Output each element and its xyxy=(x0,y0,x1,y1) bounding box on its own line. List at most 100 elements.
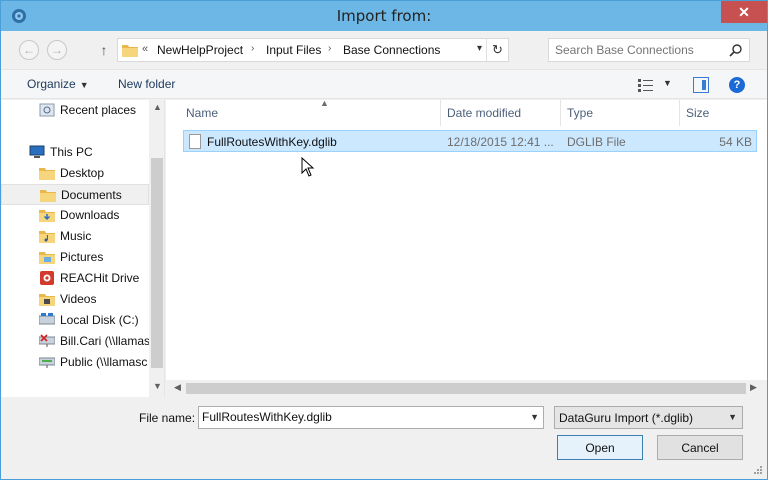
sidebar-item-label: Videos xyxy=(60,292,97,306)
search-icon[interactable] xyxy=(729,43,743,57)
search-box[interactable] xyxy=(548,38,750,62)
sidebar-item-recent-places[interactable]: Recent places xyxy=(1,100,149,121)
scroll-right-icon[interactable]: ▶ xyxy=(750,382,757,393)
preview-pane-icon[interactable] xyxy=(693,77,709,93)
file-type: DGLIB File xyxy=(567,135,626,149)
column-header-date-modified[interactable]: Date modified xyxy=(441,100,561,126)
breadcrumb-base-connections[interactable]: Base Connections xyxy=(343,43,440,57)
column-header-type[interactable]: Type xyxy=(561,100,680,126)
sidebar-item-label: Downloads xyxy=(60,208,120,222)
chevron-down-icon: ▼ xyxy=(728,412,737,422)
sidebar-item-this-pc[interactable]: This PC xyxy=(1,142,149,163)
file-type-value: DataGuru Import (*.dglib) xyxy=(559,411,694,425)
open-button[interactable]: Open xyxy=(557,435,643,460)
recent-places-icon xyxy=(39,103,55,117)
back-button[interactable]: ← xyxy=(19,40,39,60)
file-name-input[interactable] xyxy=(202,410,512,424)
arrow-right-icon: → xyxy=(51,43,63,57)
folder-icon xyxy=(40,190,56,202)
title-bar[interactable]: Import from: ✕ xyxy=(1,1,767,31)
horizontal-scrollbar[interactable]: ◀ ▶ xyxy=(166,380,767,397)
file-icon xyxy=(189,134,201,149)
drive-icon xyxy=(39,313,55,325)
caret-down-icon: ▼ xyxy=(79,80,89,90)
navigation-pane: Recent places This PC Desktop Documents … xyxy=(1,100,165,397)
file-row[interactable]: FullRoutesWithKey.dglib 12/18/2015 12:41… xyxy=(183,130,757,152)
videos-folder-icon xyxy=(39,294,55,306)
caret-down-icon[interactable]: ▼ xyxy=(663,78,672,88)
sort-ascending-icon: ▲ xyxy=(320,98,329,108)
sidebar-item-label: Documents xyxy=(61,188,122,202)
organize-button[interactable]: Organize ▼ xyxy=(27,77,89,91)
breadcrumb-newhelpproject[interactable]: NewHelpProject xyxy=(157,43,243,57)
network-drive-icon xyxy=(39,357,55,368)
address-overflow[interactable]: « xyxy=(142,43,148,55)
column-header-name[interactable]: ▲ Name xyxy=(180,98,441,126)
arrow-left-icon: ← xyxy=(23,43,35,57)
sidebar-item-local-disk[interactable]: Local Disk (C:) xyxy=(1,310,149,331)
sidebar-item-label: Recent places xyxy=(60,103,137,117)
reachit-drive-icon xyxy=(40,271,54,285)
folder-icon xyxy=(122,45,138,57)
organize-label: Organize xyxy=(27,77,76,91)
file-type-select[interactable]: DataGuru Import (*.dglib) ▼ xyxy=(554,406,743,429)
search-input[interactable] xyxy=(555,43,725,57)
chevron-down-icon[interactable]: ▾ xyxy=(477,43,482,54)
sidebar-item-videos[interactable]: Videos xyxy=(1,289,149,310)
column-label: Size xyxy=(686,106,710,120)
downloads-folder-icon xyxy=(39,210,55,222)
sidebar-item-public[interactable]: Public (\\llamasc xyxy=(1,352,149,373)
mouse-cursor-icon xyxy=(301,157,315,177)
sidebar-item-pictures[interactable]: Pictures xyxy=(1,247,149,268)
sidebar-item-downloads[interactable]: Downloads xyxy=(1,205,149,226)
refresh-button[interactable]: ↻ xyxy=(486,39,508,61)
column-header-size[interactable]: Size xyxy=(680,100,757,126)
view-options-icon[interactable] xyxy=(638,78,654,92)
arrow-up-icon: ↑ xyxy=(100,42,108,58)
cancel-button[interactable]: Cancel xyxy=(657,435,743,460)
chevron-down-icon[interactable]: ▼ xyxy=(530,412,539,422)
disconnected-network-drive-icon xyxy=(39,334,55,347)
chevron-right-icon[interactable]: › xyxy=(328,43,331,54)
sidebar-item-documents[interactable]: Documents xyxy=(1,184,149,205)
sidebar-item-label: REACHit Drive xyxy=(60,271,140,285)
sidebar-item-label: Local Disk (C:) xyxy=(60,313,139,327)
sidebar-item-bill-cari[interactable]: Bill.Cari (\\llamas xyxy=(1,331,149,352)
address-bar[interactable]: « NewHelpProject › Input Files › Base Co… xyxy=(117,38,509,62)
scroll-up-icon[interactable]: ▲ xyxy=(153,102,162,112)
folder-icon xyxy=(39,168,55,180)
navigation-scrollbar[interactable]: ▲ ▼ xyxy=(149,100,164,397)
refresh-icon: ↻ xyxy=(492,42,503,57)
new-folder-button[interactable]: New folder xyxy=(118,77,175,91)
scrollbar-thumb[interactable] xyxy=(151,158,163,368)
chevron-right-icon[interactable]: › xyxy=(251,43,254,54)
computer-icon xyxy=(29,145,45,158)
sidebar-item-reachit-drive[interactable]: REACHit Drive xyxy=(1,268,149,289)
help-icon[interactable]: ? xyxy=(729,77,745,93)
window-title: Import from: xyxy=(336,7,432,25)
file-date: 12/18/2015 12:41 ... xyxy=(447,135,554,149)
close-button[interactable]: ✕ xyxy=(721,1,767,23)
scroll-down-icon[interactable]: ▼ xyxy=(153,381,162,391)
forward-button[interactable]: → xyxy=(47,40,67,60)
column-label: Name xyxy=(186,106,219,120)
file-list: ▲ Name Date modified Type Size FullRoute… xyxy=(166,98,767,397)
sidebar-item-label: Bill.Cari (\\llamas xyxy=(60,334,149,348)
column-label: Type xyxy=(567,106,594,120)
file-size: 54 KB xyxy=(719,135,752,149)
pictures-folder-icon xyxy=(39,252,55,264)
breadcrumb-input-files[interactable]: Input Files xyxy=(266,43,321,57)
file-name-combobox[interactable]: ▼ xyxy=(198,406,544,429)
up-button[interactable]: ↑ xyxy=(96,40,112,60)
sidebar-item-label: Music xyxy=(60,229,92,243)
music-folder-icon xyxy=(39,231,55,243)
scroll-left-icon[interactable]: ◀ xyxy=(174,382,181,393)
file-name-label: File name: xyxy=(139,411,196,425)
sidebar-item-music[interactable]: Music xyxy=(1,226,149,247)
resize-grip-icon[interactable] xyxy=(753,465,763,475)
sidebar-item-label: Desktop xyxy=(60,166,105,180)
scrollbar-thumb[interactable] xyxy=(186,383,746,394)
sidebar-item-label: Public (\\llamasc xyxy=(60,355,148,369)
sidebar-item-desktop[interactable]: Desktop xyxy=(1,163,149,184)
file-name: FullRoutesWithKey.dglib xyxy=(207,135,337,149)
